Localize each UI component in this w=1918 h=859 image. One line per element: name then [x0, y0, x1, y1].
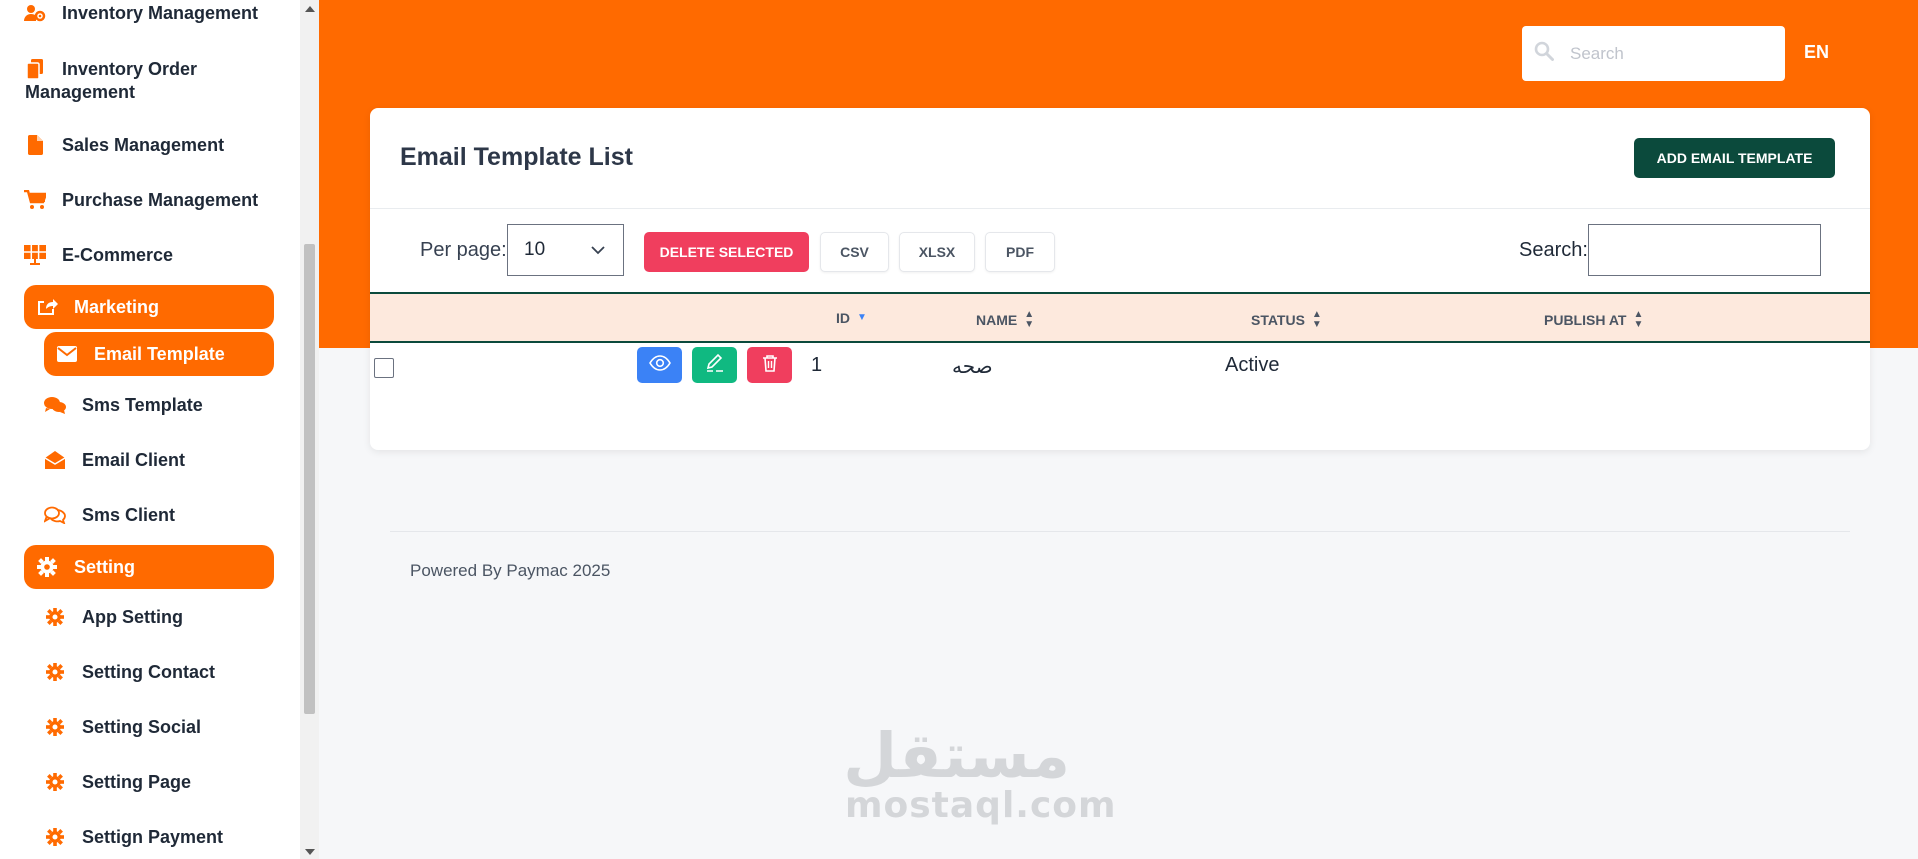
- cell-id: 1: [811, 354, 823, 376]
- sidebar-item-label: Setting Social: [82, 716, 202, 737]
- sidebar-item-app-setting[interactable]: App Setting: [44, 606, 183, 628]
- cart-icon: [24, 189, 46, 211]
- sidebar-item-label: E-Commerce: [62, 244, 174, 265]
- email-template-card: Email Template List ADD EMAIL TEMPLATE P…: [370, 108, 1870, 450]
- sidebar-item-label-continued: Management: [25, 82, 136, 102]
- gear-icon: [44, 606, 66, 628]
- scroll-down-icon[interactable]: [305, 849, 315, 855]
- chevron-down-icon: [591, 239, 605, 261]
- sidebar-item-marketing[interactable]: Marketing: [24, 285, 274, 329]
- export-pdf-button[interactable]: PDF: [985, 232, 1055, 272]
- page-title: Email Template List: [400, 143, 633, 171]
- watermark-latin: mostaql.com: [845, 785, 1117, 826]
- sidebar-item-label: Purchase Management: [62, 189, 259, 210]
- eye-icon: [648, 354, 671, 376]
- sidebar-item-sms-template[interactable]: Sms Template: [44, 394, 203, 416]
- sidebar-item-label: Setting: [74, 556, 135, 577]
- trash-icon: [762, 354, 778, 377]
- sidebar-item-sms-client[interactable]: Sms Client: [44, 504, 175, 526]
- sidebar-item-label: Email Template: [94, 343, 225, 364]
- edit-button[interactable]: [692, 347, 737, 383]
- sidebar-item-purchase-management[interactable]: Purchase Management: [24, 189, 258, 211]
- solar-panel-icon: [24, 244, 46, 266]
- sidebar-item-label: Setting Page: [82, 771, 192, 792]
- sidebar-item-label: Inventory Order: [62, 58, 198, 79]
- envelope-open-icon: [44, 449, 66, 471]
- sidebar-item-setting[interactable]: Setting: [24, 545, 274, 589]
- sidebar-item-label: Sms Client: [82, 504, 176, 525]
- cell-status: Active: [1225, 354, 1280, 376]
- sidebar-item-setting-social[interactable]: Setting Social: [44, 716, 201, 738]
- watermark-arabic: مستقل: [843, 719, 1070, 792]
- gear-icon: [44, 661, 66, 683]
- scrollbar-thumb[interactable]: [304, 244, 315, 714]
- table-search-label: Search:: [1519, 239, 1588, 261]
- row-checkbox[interactable]: [374, 358, 394, 378]
- language-switcher[interactable]: EN: [1804, 42, 1829, 63]
- sidebar-item-label: Sales Management: [62, 134, 225, 155]
- search-input[interactable]: [1570, 43, 1760, 64]
- envelope-icon: [56, 343, 78, 365]
- scroll-up-icon[interactable]: [305, 6, 315, 12]
- sidebar-item-sales-management[interactable]: Sales Management: [24, 134, 224, 156]
- users-cog-icon: [24, 2, 46, 24]
- sidebar-item-setting-page[interactable]: Setting Page: [44, 771, 191, 793]
- sidebar-item-label: Sms Template: [82, 394, 203, 415]
- sidebar-item-e-commerce[interactable]: E-Commerce: [24, 244, 173, 266]
- pencil-icon: [705, 353, 725, 378]
- sidebar: Inventory Management Inventory Order Man…: [0, 0, 300, 859]
- header-search[interactable]: [1522, 26, 1785, 81]
- export-xlsx-button[interactable]: XLSX: [899, 232, 975, 272]
- sidebar-item-label: App Setting: [82, 606, 183, 627]
- share-square-icon: [36, 296, 58, 318]
- sidebar-item-label: Email Client: [82, 449, 186, 470]
- sidebar-item-email-template[interactable]: Email Template: [44, 332, 274, 376]
- search-icon: [1534, 41, 1554, 66]
- column-header-publish-at[interactable]: PUBLISH AT ▲ ▼: [1544, 310, 1643, 330]
- sidebar-item-inventory-management[interactable]: Inventory Management: [24, 2, 258, 24]
- sort-desc-icon: ▼: [857, 312, 867, 323]
- column-header-name[interactable]: NAME ▲ ▼: [976, 310, 1034, 330]
- footer-divider: [390, 531, 1850, 532]
- sidebar-scrollbar[interactable]: [300, 0, 319, 859]
- footer-text: Powered By Paymac 2025: [410, 561, 611, 580]
- per-page-value: 10: [524, 239, 546, 260]
- sidebar-item-label: Marketing: [74, 296, 160, 317]
- gear-icon: [44, 716, 66, 738]
- sort-icon: ▲ ▼: [1311, 309, 1322, 330]
- per-page-select[interactable]: 10: [507, 224, 624, 276]
- view-button[interactable]: [637, 347, 682, 383]
- sidebar-item-label: Settign Payment: [82, 826, 224, 847]
- sort-icon: ▲ ▼: [1024, 309, 1035, 330]
- file-icon: [24, 134, 46, 156]
- gear-icon: [44, 826, 66, 848]
- per-page-label: Per page:: [420, 239, 507, 261]
- mostaql-watermark: مستقل mostaql.com: [843, 719, 1117, 826]
- comments-outline-icon: [44, 504, 66, 526]
- delete-selected-button[interactable]: DELETE SELECTED: [644, 232, 809, 272]
- gear-icon: [36, 556, 58, 578]
- export-csv-button[interactable]: CSV: [820, 232, 889, 272]
- sidebar-item-label: Setting Contact: [82, 661, 215, 682]
- sidebar-item-setting-contact[interactable]: Setting Contact: [44, 661, 215, 683]
- sort-icon: ▲ ▼: [1633, 309, 1644, 330]
- table-header: ID ▼ NAME ▲ ▼ STATUS ▲ ▼ PUBLISH AT ▲ ▼: [370, 292, 1870, 343]
- column-header-id[interactable]: ID ▼: [836, 310, 867, 326]
- add-email-template-button[interactable]: ADD EMAIL TEMPLATE: [1634, 138, 1835, 178]
- comments-icon: [44, 394, 66, 416]
- column-header-status[interactable]: STATUS ▲ ▼: [1251, 310, 1322, 330]
- sidebar-item-setting-payment[interactable]: Settign Payment: [44, 826, 223, 848]
- delete-button[interactable]: [747, 347, 792, 383]
- copy-icon: [24, 58, 46, 80]
- gear-icon: [44, 771, 66, 793]
- divider: [370, 208, 1870, 209]
- cell-name: صحه: [952, 356, 993, 378]
- sidebar-item-label: Inventory Management: [62, 2, 259, 23]
- sidebar-item-email-client[interactable]: Email Client: [44, 449, 185, 471]
- table-search-input[interactable]: [1588, 224, 1821, 276]
- sidebar-item-inventory-order-management[interactable]: Inventory Order Management: [24, 58, 197, 103]
